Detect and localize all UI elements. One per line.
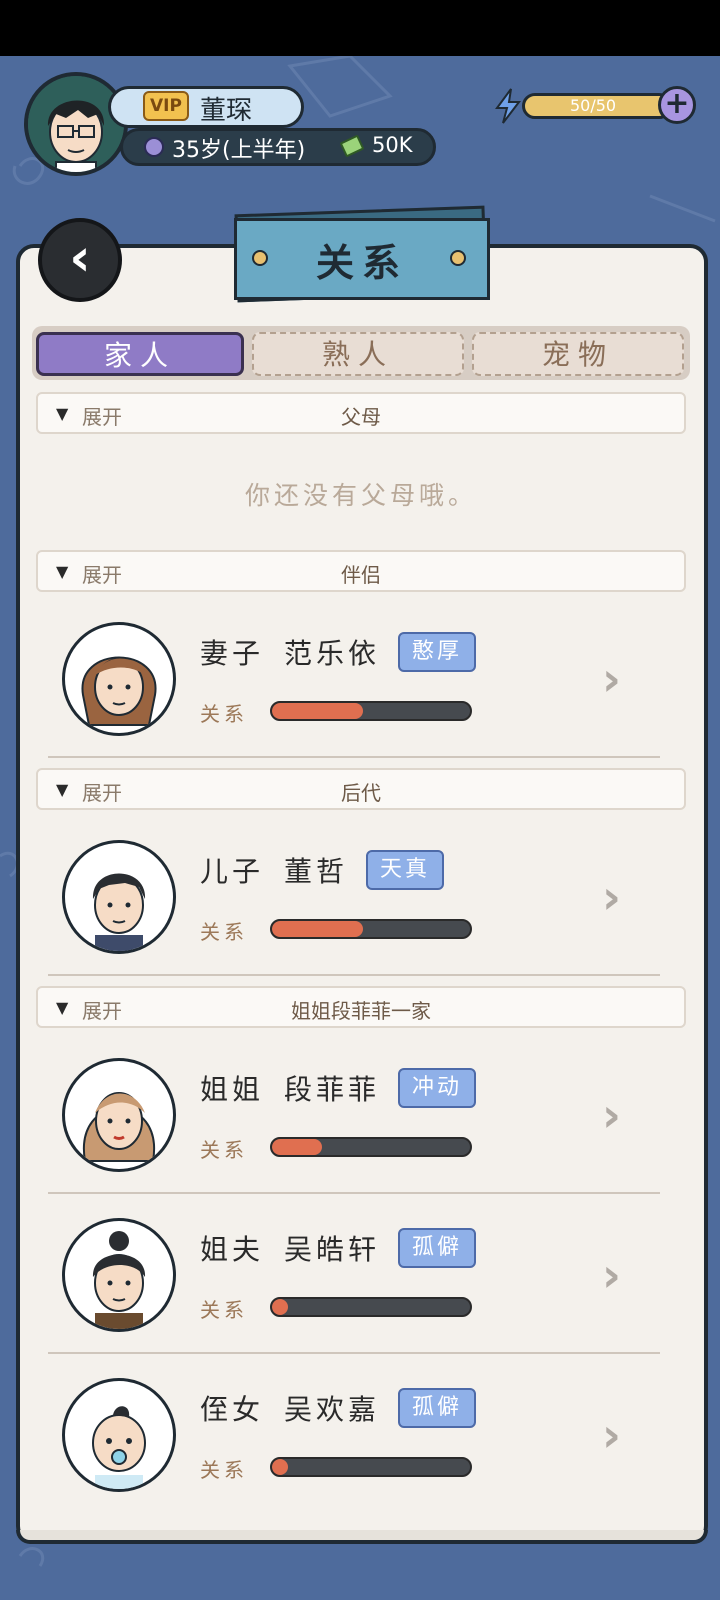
clock-icon bbox=[144, 137, 164, 157]
tab-acquaintances[interactable]: 熟人 bbox=[252, 332, 464, 376]
trait-badge: 天真 bbox=[366, 850, 444, 890]
person-name: 董哲 bbox=[284, 855, 349, 888]
empty-parents-message: 你还没有父母哦。 bbox=[244, 481, 477, 510]
relation-bar bbox=[270, 1137, 472, 1157]
relation-role: 妻子 bbox=[200, 637, 265, 670]
section-title: 父母 bbox=[341, 405, 381, 429]
add-energy-button[interactable]: + bbox=[658, 86, 696, 124]
section-header-parents[interactable]: ▼ 展开 父母 bbox=[36, 392, 686, 434]
relation-label: 关系 bbox=[200, 1298, 248, 1322]
trait-badge: 憨厚 bbox=[398, 632, 476, 672]
divider bbox=[48, 974, 660, 976]
woman-face-icon bbox=[81, 656, 157, 726]
relation-label: 关系 bbox=[200, 920, 248, 944]
title-nail-right bbox=[450, 250, 466, 266]
tab-family[interactable]: 家人 bbox=[36, 332, 244, 376]
member-row-son[interactable]: 儿子 董哲 天真 关系 › bbox=[48, 840, 672, 990]
member-row-sister[interactable]: 姐姐 段菲菲 冲动 关系 › bbox=[48, 1058, 672, 1208]
avatar bbox=[62, 1218, 176, 1332]
chevron-right-icon[interactable]: › bbox=[602, 870, 621, 924]
relation-role: 姐姐 bbox=[200, 1073, 265, 1106]
back-button[interactable]: ‹ bbox=[38, 218, 122, 302]
section-title: 伴侣 bbox=[341, 563, 381, 587]
status-bar bbox=[0, 0, 720, 56]
trait-badge: 孤僻 bbox=[398, 1388, 476, 1428]
player-face-icon bbox=[28, 76, 124, 172]
avatar bbox=[62, 840, 176, 954]
relation-label: 关系 bbox=[200, 1138, 248, 1162]
relation-role: 侄女 bbox=[200, 1393, 265, 1426]
section-title: 后代 bbox=[341, 781, 381, 805]
relation-label: 关系 bbox=[200, 702, 248, 726]
relation-label: 关系 bbox=[200, 1458, 248, 1482]
chevron-left-icon: ‹ bbox=[69, 228, 91, 288]
member-row-wife[interactable]: 妻子 范乐依 憨厚 关系 › bbox=[48, 622, 672, 772]
relation-bar bbox=[270, 1297, 472, 1317]
divider bbox=[48, 756, 660, 758]
boy-face-icon bbox=[92, 873, 146, 951]
chevron-right-icon[interactable]: › bbox=[602, 1248, 621, 1302]
page-title: 关系 bbox=[315, 240, 408, 285]
player-age: 35岁(上半年) bbox=[172, 138, 306, 163]
section-header-children[interactable]: ▼ 展开 后代 bbox=[36, 768, 686, 810]
lightning-icon bbox=[495, 88, 522, 124]
man-face-icon bbox=[92, 1231, 146, 1329]
trait-badge: 孤僻 bbox=[398, 1228, 476, 1268]
person-name: 段菲菲 bbox=[284, 1073, 381, 1106]
panel-bottom-edge bbox=[16, 1530, 708, 1544]
relation-role: 儿子 bbox=[200, 855, 265, 888]
title-nail-left bbox=[252, 250, 268, 266]
chevron-right-icon[interactable]: › bbox=[602, 652, 621, 706]
divider bbox=[48, 1192, 660, 1194]
person-name: 吴欢嘉 bbox=[284, 1393, 381, 1426]
energy-value: 50/50 bbox=[570, 96, 617, 115]
relation-bar-fill bbox=[272, 1299, 288, 1315]
member-row-brother-in-law[interactable]: 姐夫 吴皓轩 孤僻 关系 › bbox=[48, 1218, 672, 1368]
woman-face-icon bbox=[82, 1092, 156, 1162]
player-money: 50K bbox=[372, 133, 413, 157]
relation-bar-fill bbox=[272, 1139, 322, 1155]
person-name: 范乐依 bbox=[284, 637, 381, 670]
chevron-right-icon[interactable]: › bbox=[602, 1408, 621, 1462]
avatar bbox=[62, 622, 176, 736]
avatar bbox=[62, 1058, 176, 1172]
player-name: 董琛 bbox=[200, 96, 253, 126]
tab-pets[interactable]: 宠物 bbox=[472, 332, 684, 376]
relation-bar-fill bbox=[272, 921, 364, 937]
chevron-right-icon[interactable]: › bbox=[602, 1088, 621, 1142]
avatar bbox=[62, 1378, 176, 1492]
relation-bar-fill bbox=[272, 1459, 288, 1475]
section-header-sister-family[interactable]: ▼ 展开 姐姐段菲菲一家 bbox=[36, 986, 686, 1028]
trait-badge: 冲动 bbox=[398, 1068, 476, 1108]
player-avatar[interactable] bbox=[24, 72, 128, 176]
relation-role: 姐夫 bbox=[200, 1233, 265, 1266]
relation-bar-fill bbox=[272, 703, 364, 719]
vip-badge[interactable]: VIP bbox=[143, 91, 189, 121]
divider bbox=[48, 1352, 660, 1354]
relation-bar bbox=[270, 919, 472, 939]
section-title: 姐姐段菲菲一家 bbox=[291, 999, 431, 1023]
section-header-partner[interactable]: ▼ 展开 伴侣 bbox=[36, 550, 686, 592]
relation-bar bbox=[270, 1457, 472, 1477]
baby-face-icon bbox=[92, 1406, 146, 1489]
person-name: 吴皓轩 bbox=[284, 1233, 381, 1266]
member-row-niece[interactable]: 侄女 吴欢嘉 孤僻 关系 › bbox=[48, 1378, 672, 1528]
relation-bar bbox=[270, 701, 472, 721]
